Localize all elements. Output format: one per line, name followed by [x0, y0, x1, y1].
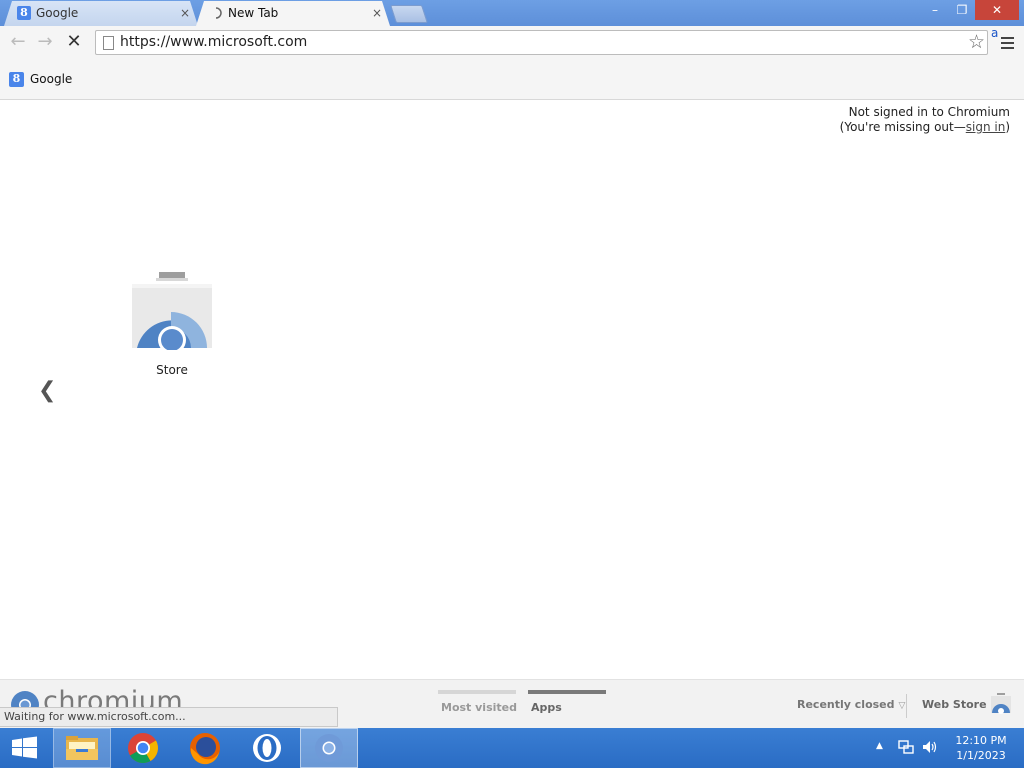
menu-icon[interactable]: [1001, 37, 1014, 52]
toolbar: ← → ✕ https://www.microsoft.com ☆ a: [0, 26, 1024, 61]
signin-text: (You're missing out—: [839, 120, 966, 134]
pager-apps[interactable]: Apps: [531, 701, 562, 714]
title-bar: 8 Google × New Tab × – ❐ ✕: [0, 0, 1024, 26]
pager-most-visited[interactable]: Most visited: [441, 701, 517, 714]
signin-promo: Not signed in to Chromium (You're missin…: [840, 105, 1010, 135]
network-icon[interactable]: [898, 739, 914, 755]
chromium-icon: [315, 734, 343, 762]
signin-line1: Not signed in to Chromium: [848, 105, 1010, 119]
web-store-icon[interactable]: [990, 692, 1012, 714]
loading-spinner-icon: [215, 7, 222, 19]
tab-title: New Tab: [228, 6, 279, 20]
dropdown-arrow-icon: ▽: [898, 701, 906, 711]
opera-icon: [253, 734, 281, 762]
previous-page-arrow[interactable]: ❮: [38, 378, 56, 403]
close-window-button[interactable]: ✕: [975, 0, 1019, 20]
tab-close-icon[interactable]: ×: [372, 1, 382, 25]
start-button[interactable]: [0, 728, 50, 768]
web-store-link[interactable]: Web Store: [922, 698, 987, 711]
folder-icon: [66, 736, 98, 760]
tray-overflow-icon[interactable]: ▲: [876, 741, 883, 751]
chrome-icon: [128, 733, 159, 764]
divider: [906, 694, 907, 718]
signin-line2: (You're missing out—sign in): [840, 120, 1010, 135]
chrome-web-store-icon: [132, 272, 212, 350]
extension-icon[interactable]: a: [991, 26, 998, 40]
tab-title: Google: [36, 6, 79, 20]
bookmark-star-icon[interactable]: ☆: [968, 32, 985, 52]
stop-button[interactable]: ✕: [64, 32, 84, 52]
new-tab-button[interactable]: [390, 5, 428, 23]
taskbar-firefox[interactable]: [176, 728, 234, 768]
tab-new-tab[interactable]: New Tab ×: [196, 1, 390, 26]
taskbar-chrome[interactable]: [114, 728, 172, 768]
recently-closed-menu[interactable]: Recently closed ▽: [797, 698, 905, 711]
taskbar-chromium[interactable]: [300, 728, 358, 768]
status-bubble: Waiting for www.microsoft.com...: [0, 707, 338, 727]
taskbar: ▲ 12:10 PM 1/1/2023: [0, 728, 1024, 768]
bookmark-label: Google: [30, 72, 73, 86]
clock-date: 1/1/2023: [956, 749, 1006, 762]
app-label: Store: [156, 363, 188, 377]
forward-button[interactable]: →: [35, 32, 55, 52]
google-favicon-icon: 8: [17, 6, 31, 20]
clock-time: 12:10 PM: [955, 734, 1007, 747]
app-tile-store[interactable]: Store: [128, 270, 216, 382]
page-icon: [103, 36, 114, 50]
omnibox[interactable]: https://www.microsoft.com ☆: [95, 30, 988, 55]
google-favicon-icon: 8: [9, 72, 24, 87]
url-text[interactable]: https://www.microsoft.com: [120, 31, 307, 54]
back-button[interactable]: ←: [8, 32, 28, 52]
system-clock[interactable]: 12:10 PM 1/1/2023: [948, 733, 1014, 763]
pager-apps-bar[interactable]: [528, 690, 606, 694]
bookmarks-bar: 8 Google: [0, 61, 1024, 100]
tab-google[interactable]: 8 Google ×: [4, 1, 198, 26]
firefox-icon: [190, 733, 220, 765]
minimize-button[interactable]: –: [922, 0, 948, 20]
tab-close-icon[interactable]: ×: [180, 1, 190, 25]
signin-text: ): [1005, 120, 1010, 134]
windows-logo-icon: [12, 736, 37, 759]
taskbar-file-explorer[interactable]: [53, 728, 111, 768]
sign-in-link[interactable]: sign in: [966, 120, 1006, 134]
recently-closed-label: Recently closed: [797, 698, 895, 711]
volume-icon[interactable]: [921, 739, 939, 755]
restore-button[interactable]: ❐: [949, 0, 975, 20]
taskbar-opera[interactable]: [238, 728, 296, 768]
pager-most-visited-bar[interactable]: [438, 690, 516, 694]
